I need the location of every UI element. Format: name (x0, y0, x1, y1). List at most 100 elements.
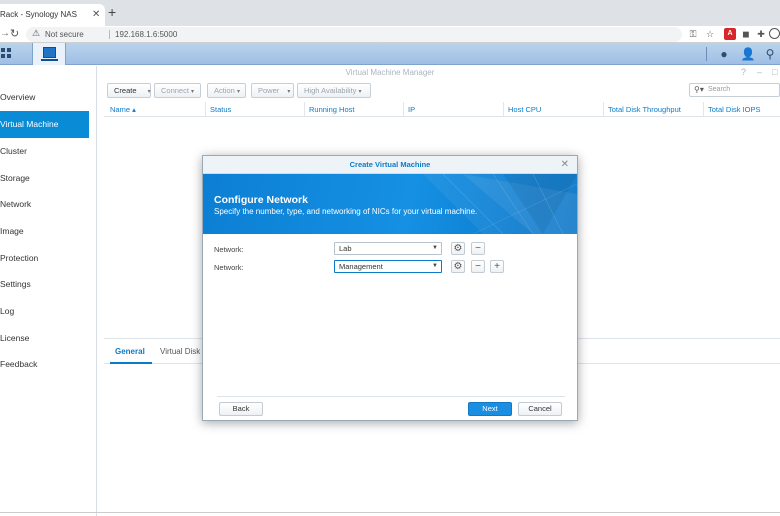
dialog-title: Create Virtual Machine (349, 160, 431, 169)
profile-icon[interactable] (769, 28, 780, 39)
user-icon[interactable]: 👤 (740, 46, 756, 62)
extension-icon[interactable]: ◼ (740, 28, 752, 40)
puzzle-extension-icon[interactable]: ✚ (755, 28, 767, 40)
maximize-icon[interactable]: □ (772, 67, 777, 77)
close-tab-icon[interactable]: ✕ (92, 9, 100, 20)
chevron-down-icon: ▼ (432, 245, 438, 251)
monitor-icon (43, 47, 56, 58)
bottom-divider (0, 512, 780, 513)
sidebar-item-virtual-machine[interactable]: Virtual Machine (0, 111, 89, 138)
chevron-down-icon: ▾ (287, 89, 291, 95)
plus-icon: + (494, 261, 500, 272)
network-select-2[interactable]: Management ▼ (334, 260, 442, 273)
sidebar-item-overview[interactable]: Overview (0, 84, 89, 111)
forward-icon[interactable]: → (0, 28, 10, 39)
omnibox-divider (109, 30, 110, 39)
remove-nic-button-1[interactable]: − (471, 242, 485, 255)
column-status[interactable]: Status (210, 105, 231, 114)
high-availability-label: High Availability (304, 86, 357, 95)
column-running-host[interactable]: Running Host (309, 105, 354, 114)
network-select-2-value: Management (339, 262, 383, 271)
notification-chat-icon[interactable]: ● (716, 46, 732, 62)
sidebar-item-storage[interactable]: Storage (0, 165, 89, 192)
sidebar-item-protection[interactable]: Protection (0, 245, 89, 272)
tab-virtual-disk[interactable]: Virtual Disk (160, 347, 200, 356)
browser-address-bar: → ↻ ⚠ Not secure 192.168.1.6:5000 (0, 26, 780, 43)
add-nic-button[interactable]: + (490, 260, 504, 273)
browser-tab[interactable]: Rack - Synology NAS ✕ (0, 4, 105, 26)
help-icon[interactable]: ? (741, 67, 746, 77)
chevron-down-icon: ▾ (147, 89, 151, 95)
security-label: Not secure (45, 30, 84, 39)
sidebar-item-network[interactable]: Network (0, 191, 89, 218)
action-button[interactable]: Action ▾ (207, 83, 246, 98)
new-tab-icon[interactable]: + (108, 5, 116, 19)
network-select-1[interactable]: Lab ▼ (334, 242, 442, 255)
minus-icon: − (475, 243, 481, 254)
gear-icon: ⚙ (453, 243, 463, 254)
wizard-step-title: Configure Network (214, 194, 308, 206)
url-omnibox[interactable]: ⚠ Not secure 192.168.1.6:5000 (26, 27, 682, 42)
sidebar-item-license[interactable]: License (0, 325, 89, 352)
sidebar-item-cluster[interactable]: Cluster (0, 138, 89, 165)
nic-settings-button-2[interactable]: ⚙ (451, 260, 465, 273)
main-menu-icon[interactable] (1, 48, 11, 58)
next-button[interactable]: Next (468, 402, 512, 416)
nic-settings-button-1[interactable]: ⚙ (451, 242, 465, 255)
column-divider (603, 102, 604, 117)
dsm-taskbar: ● 👤 ⚲ (0, 43, 780, 65)
connect-button[interactable]: Connect ▾ (154, 83, 201, 98)
power-button[interactable]: Power ▾ (251, 83, 294, 98)
key-icon[interactable]: ⚿ (687, 28, 699, 40)
browser-tab-title: Rack - Synology NAS (0, 10, 77, 19)
high-availability-button[interactable]: High Availability ▾ (297, 83, 371, 98)
taskbar-divider (706, 47, 707, 61)
sidebar: Overview Virtual Machine Cluster Storage… (0, 66, 97, 516)
column-ip[interactable]: IP (408, 105, 415, 114)
connect-label: Connect (161, 86, 189, 95)
column-divider (403, 102, 404, 117)
column-host-cpu[interactable]: Host CPU (508, 105, 541, 114)
app-title: Virtual Machine Manager (345, 68, 435, 77)
create-button[interactable]: Create ▾ (107, 83, 151, 98)
create-vm-dialog: Create Virtual Machine ✕ Configure Netwo… (202, 155, 578, 421)
close-icon[interactable]: ✕ (561, 157, 569, 173)
vm-table-header: Name ▴ Status Running Host IP Host CPU T… (104, 102, 780, 117)
dialog-footer-divider (217, 396, 565, 397)
bookmark-star-icon[interactable]: ☆ (704, 28, 716, 40)
network-select-1-value: Lab (339, 244, 352, 253)
chevron-down-icon: ▾ (358, 89, 362, 95)
browser-tab-bar: Rack - Synology NAS ✕ + (0, 0, 780, 26)
sidebar-item-feedback[interactable]: Feedback (0, 351, 89, 378)
create-label: Create (114, 86, 137, 95)
active-tab-indicator (110, 362, 152, 364)
tab-general[interactable]: General (115, 347, 145, 356)
search-placeholder: Search (708, 86, 731, 93)
network-label-2: Network: (214, 263, 244, 272)
pdf-extension-icon[interactable]: A (724, 28, 736, 40)
chevron-down-icon: ▾ (236, 89, 240, 95)
sidebar-item-log[interactable]: Log (0, 298, 89, 325)
search-icon[interactable]: ⚲ (762, 46, 778, 62)
search-input[interactable]: ⚲▾ Search (689, 83, 780, 97)
power-label: Power (258, 86, 280, 95)
minimize-icon[interactable]: – (757, 67, 762, 77)
reload-icon[interactable]: ↻ (10, 27, 19, 40)
column-total-disk-iops[interactable]: Total Disk IOPS (708, 105, 761, 114)
network-label-1: Network: (214, 245, 244, 254)
wizard-step-description: Specify the number, type, and networking… (214, 207, 478, 216)
vmm-taskbar-button[interactable] (32, 43, 66, 65)
sidebar-item-settings[interactable]: Settings (0, 271, 89, 298)
cancel-button[interactable]: Cancel (518, 402, 562, 416)
gear-icon: ⚙ (453, 261, 463, 272)
url-text[interactable]: 192.168.1.6:5000 (115, 30, 177, 39)
column-name[interactable]: Name ▴ (110, 105, 136, 114)
chevron-down-icon: ▼ (432, 263, 438, 269)
remove-nic-button-2[interactable]: − (471, 260, 485, 273)
dialog-title-bar: Create Virtual Machine ✕ (203, 156, 577, 174)
search-icon: ⚲▾ (694, 85, 704, 94)
back-button[interactable]: Back (219, 402, 263, 416)
sidebar-item-image[interactable]: Image (0, 218, 89, 245)
column-total-disk-throughput[interactable]: Total Disk Throughput (608, 105, 681, 114)
column-divider (703, 102, 704, 117)
